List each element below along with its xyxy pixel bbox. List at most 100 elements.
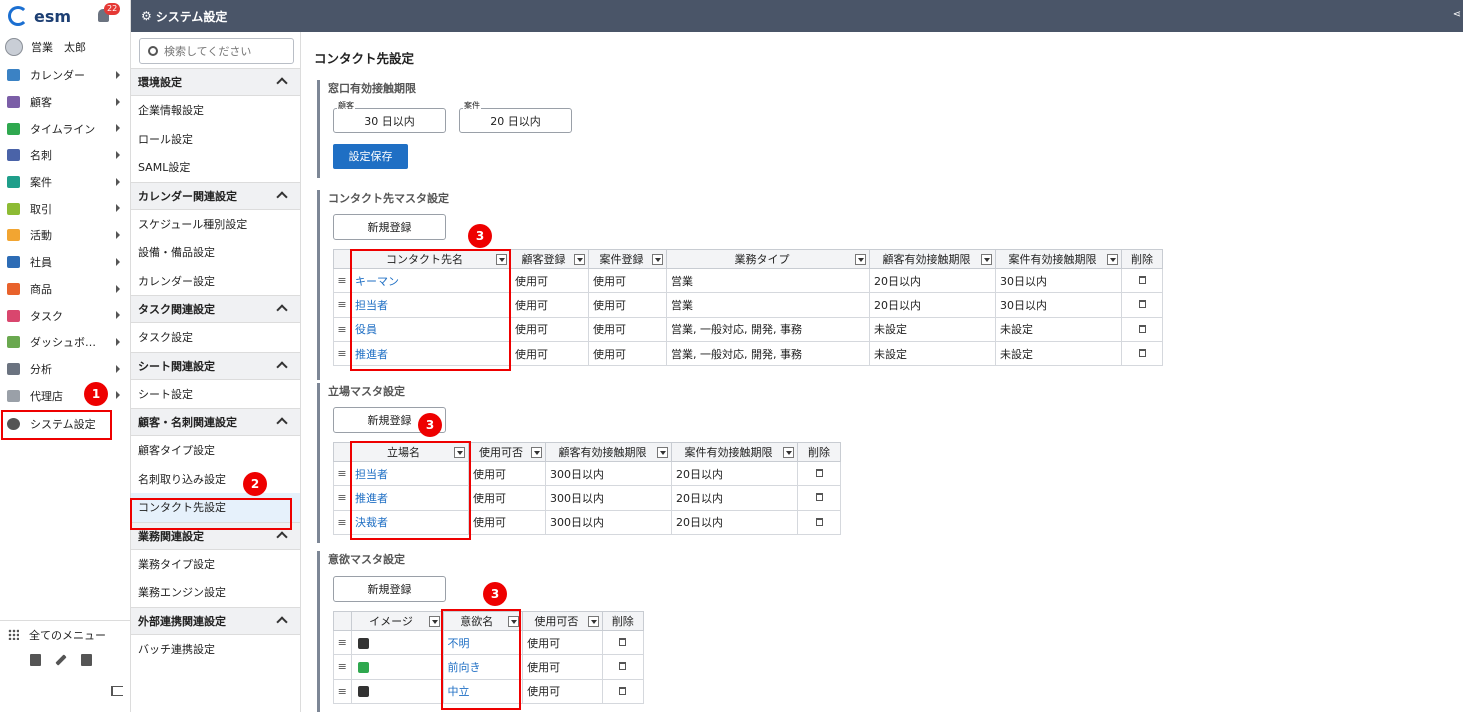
submenu-item[interactable]: SAML設定 <box>131 153 300 182</box>
column-header[interactable]: 顧客登録 <box>510 249 589 269</box>
nav-item-0[interactable]: カレンダー <box>0 62 130 89</box>
share-icon[interactable]: ⋖ <box>1453 9 1461 20</box>
nav-item-11[interactable]: 分析 <box>0 356 130 383</box>
filter-dropdown-icon[interactable] <box>981 254 992 265</box>
deal-limit-field[interactable]: 案件 20 日以内 <box>459 101 572 133</box>
search-box[interactable] <box>139 38 294 64</box>
drag-handle-icon[interactable]: ≡ <box>333 292 351 318</box>
nav-item-icon <box>7 176 20 189</box>
trash-icon[interactable] <box>619 638 627 647</box>
trash-icon[interactable] <box>619 662 627 671</box>
drag-handle-icon[interactable]: ≡ <box>333 654 352 680</box>
trash-icon[interactable] <box>815 493 823 502</box>
submenu-item[interactable]: バッチ連携設定 <box>131 635 300 664</box>
delete-cell <box>797 509 841 535</box>
column-header[interactable]: 使用可否 <box>522 611 603 631</box>
nav-item-2[interactable]: タイムライン <box>0 115 130 142</box>
trash-icon[interactable] <box>1138 300 1146 309</box>
trash-icon[interactable] <box>1138 276 1146 285</box>
chevron-right-icon <box>116 284 120 293</box>
collapse-sidebar-icon[interactable] <box>111 686 123 696</box>
column-header-label: 案件有効接触期限 <box>684 446 773 459</box>
all-menu-button[interactable]: 全てのメニュー <box>0 620 130 648</box>
drag-handle-icon[interactable]: ≡ <box>333 340 351 367</box>
column-header[interactable]: 案件登録 <box>588 249 667 269</box>
filter-dropdown-icon[interactable] <box>428 616 440 627</box>
column-header[interactable]: 顧客有効接触期限 <box>545 442 672 462</box>
column-header[interactable]: 使用可否 <box>468 442 546 462</box>
user-row[interactable]: 営業 太郎 <box>0 32 130 62</box>
submenu-section-header[interactable]: タスク関連設定 <box>131 295 300 323</box>
submenu-item[interactable]: ロール設定 <box>131 125 300 154</box>
submenu-item[interactable]: 設備・備品設定 <box>131 238 300 267</box>
nav-item-5[interactable]: 取引 <box>0 195 130 222</box>
chevron-right-icon <box>116 311 120 320</box>
column-header[interactable]: 削除 <box>601 611 645 631</box>
drag-handle-icon[interactable]: ≡ <box>333 509 351 535</box>
submenu-item[interactable]: 名刺取り込み設定 <box>131 465 300 494</box>
column-header[interactable]: 案件有効接触期限 <box>995 249 1122 269</box>
nav-item-3[interactable]: 名刺 <box>0 142 130 169</box>
filter-dropdown-icon[interactable] <box>855 254 866 265</box>
submenu-item[interactable]: 顧客タイプ設定 <box>131 436 300 465</box>
customer-limit-field[interactable]: 顧客 30 日以内 <box>333 101 446 133</box>
column-header[interactable]: イメージ <box>350 611 444 631</box>
trash-icon[interactable] <box>815 469 823 478</box>
chevron-up-icon <box>276 190 288 203</box>
submenu-item[interactable]: 業務エンジン設定 <box>131 578 300 607</box>
drag-handle-icon[interactable]: ≡ <box>333 316 351 342</box>
submenu-item[interactable]: タスク設定 <box>131 323 300 352</box>
nav-item-label: 活動 <box>30 229 52 243</box>
submenu-item[interactable]: 業務タイプ設定 <box>131 550 300 579</box>
nav-item-6[interactable]: 活動 <box>0 222 130 249</box>
filter-dropdown-icon[interactable] <box>652 254 663 265</box>
submenu-item[interactable]: スケジュール種別設定 <box>131 210 300 239</box>
nav-item-4[interactable]: 案件 <box>0 169 130 196</box>
filter-dropdown-icon[interactable] <box>783 447 794 458</box>
filter-dropdown-icon[interactable] <box>574 254 585 265</box>
column-header-label: 削除 <box>1131 253 1153 266</box>
column-header[interactable]: 削除 <box>1121 249 1163 269</box>
search-input[interactable] <box>164 44 284 58</box>
drag-handle-icon[interactable]: ≡ <box>333 485 351 511</box>
drag-handle-icon[interactable]: ≡ <box>333 678 352 704</box>
trash-icon[interactable] <box>619 686 627 695</box>
submenu-section-header[interactable]: シート関連設定 <box>131 351 300 380</box>
motivation-new-button[interactable]: 新規登録 <box>333 576 446 602</box>
drag-handle-icon[interactable]: ≡ <box>333 267 351 294</box>
chevron-up-icon <box>276 530 288 543</box>
submenu-section-header[interactable]: 外部連携関連設定 <box>131 606 300 635</box>
nav-item-8[interactable]: 商品 <box>0 276 130 303</box>
submenu-section-header[interactable]: 顧客・名刺関連設定 <box>131 408 300 436</box>
filter-dropdown-icon[interactable] <box>657 447 668 458</box>
wrench-icon[interactable] <box>55 654 67 666</box>
submenu-item[interactable]: シート設定 <box>131 380 300 409</box>
film-icon[interactable] <box>81 654 92 666</box>
nav-item-1[interactable]: 顧客 <box>0 89 130 116</box>
save-settings-button[interactable]: 設定保存 <box>333 144 408 169</box>
column-header[interactable]: 削除 <box>797 442 841 462</box>
filter-dropdown-icon[interactable] <box>587 616 599 627</box>
book-icon[interactable] <box>30 654 41 666</box>
filter-dropdown-icon[interactable] <box>531 447 542 458</box>
trash-icon[interactable] <box>815 517 823 526</box>
trash-icon[interactable] <box>1138 349 1146 358</box>
trash-icon[interactable] <box>1138 324 1146 333</box>
column-header[interactable]: 業務タイプ <box>666 249 870 269</box>
contact-new-button[interactable]: 新規登録 <box>333 214 446 240</box>
drag-handle-icon[interactable]: ≡ <box>333 629 352 656</box>
nav-item-7[interactable]: 社員 <box>0 249 130 276</box>
nav-item-12[interactable]: 代理店 <box>0 382 130 409</box>
nav-item-9[interactable]: タスク <box>0 302 130 329</box>
filter-dropdown-icon[interactable] <box>1107 254 1118 265</box>
table-cell: 使用可 <box>588 267 667 294</box>
submenu-section-header[interactable]: 環境設定 <box>131 68 300 96</box>
column-header[interactable]: 顧客有効接触期限 <box>869 249 996 269</box>
nav-item-10[interactable]: ダッシュボ… <box>0 329 130 356</box>
column-header[interactable]: 案件有効接触期限 <box>671 442 798 462</box>
submenu-item[interactable]: カレンダー設定 <box>131 267 300 296</box>
submenu-section-header[interactable]: カレンダー関連設定 <box>131 181 300 210</box>
drag-handle-icon[interactable]: ≡ <box>333 460 351 487</box>
delete-cell <box>1121 340 1163 367</box>
submenu-item[interactable]: 企業情報設定 <box>131 96 300 125</box>
